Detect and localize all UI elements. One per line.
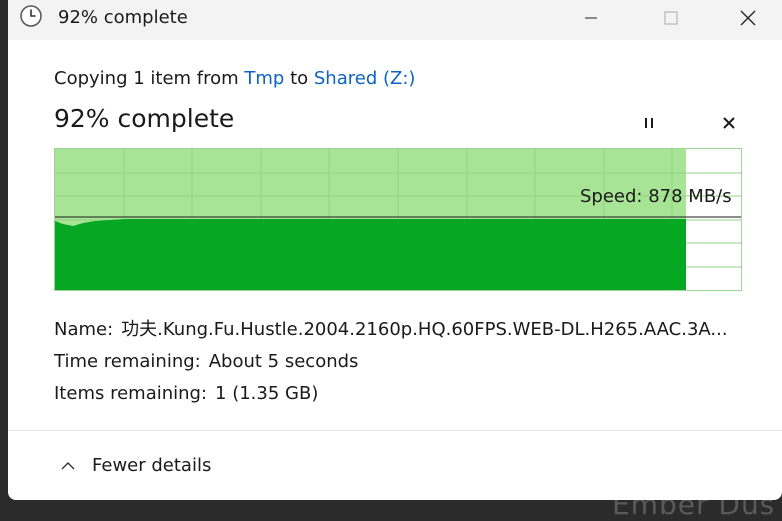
- speed-graph-canvas: [55, 149, 741, 290]
- speed-area: [55, 219, 686, 290]
- name-value: 功夫.Kung.Fu.Hustle.2004.2160p.HQ.60FPS.WE…: [121, 319, 728, 340]
- close-button[interactable]: [718, 0, 778, 36]
- maximize-button[interactable]: [641, 0, 701, 36]
- destination-folder-link[interactable]: Shared (Z:): [314, 68, 416, 89]
- items-remaining-row: Items remaining: 1 (1.35 GB): [54, 378, 728, 410]
- percent-complete: 92% complete: [54, 104, 235, 133]
- source-folder-link[interactable]: Tmp: [244, 68, 284, 89]
- items-remaining-label: Items remaining:: [54, 383, 208, 404]
- chevron-up-icon: [61, 461, 75, 469]
- speed-label: Speed: 878 MB/s: [580, 186, 732, 207]
- footer-divider: [8, 430, 782, 431]
- pause-button[interactable]: [636, 110, 662, 136]
- pause-icon: [645, 118, 653, 128]
- copying-prefix: Copying 1 item from: [54, 68, 245, 89]
- items-remaining-value: 1 (1.35 GB): [215, 383, 319, 404]
- close-icon: [723, 117, 735, 129]
- title-bar[interactable]: 92% complete: [8, 0, 782, 40]
- speed-graph: [54, 148, 742, 291]
- time-remaining-label: Time remaining:: [54, 351, 201, 372]
- name-row: Name: 功夫.Kung.Fu.Hustle.2004.2160p.HQ.60F…: [54, 314, 728, 346]
- cancel-copy-button[interactable]: [716, 110, 742, 136]
- time-remaining-row: Time remaining: About 5 seconds: [54, 346, 728, 378]
- clock-icon: [20, 5, 42, 27]
- fewer-details-toggle[interactable]: Fewer details: [58, 455, 211, 476]
- fewer-details-label: Fewer details: [92, 455, 212, 476]
- copying-mid: to: [284, 68, 314, 89]
- minimize-button[interactable]: [561, 0, 621, 36]
- maximize-icon: [664, 11, 678, 25]
- close-icon: [740, 10, 756, 26]
- name-label: Name:: [54, 319, 114, 340]
- window-title: 92% complete: [58, 7, 188, 28]
- minimize-icon: [585, 17, 597, 19]
- copying-summary: Copying 1 item from Tmp to Shared (Z:): [54, 68, 415, 89]
- time-remaining-value: About 5 seconds: [208, 351, 359, 372]
- details-section: Name: 功夫.Kung.Fu.Hustle.2004.2160p.HQ.60F…: [54, 314, 728, 410]
- copy-progress-dialog: 92% complete Copying 1 item from Tmp to …: [8, 0, 782, 500]
